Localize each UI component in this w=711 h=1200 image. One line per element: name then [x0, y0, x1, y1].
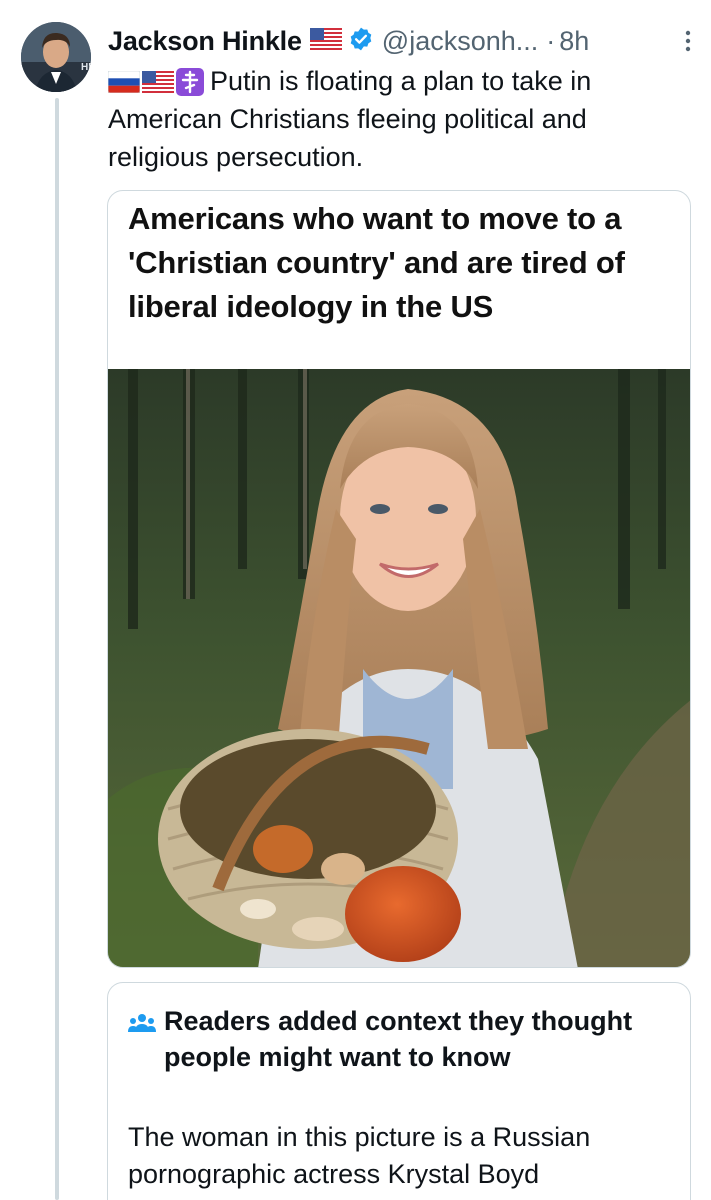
media-card[interactable]: Americans who want to move to a 'Christi… — [107, 190, 691, 968]
readers-group-icon — [128, 1009, 156, 1045]
post-header: Jackson Hinkle @jacksonh... · 8h — [108, 20, 698, 62]
us-flag-icon — [309, 27, 342, 55]
us-flag-icon — [142, 71, 174, 93]
post-text-block: Putin is floating a plan to take in Amer… — [108, 62, 693, 176]
avatar-image: HB — [21, 22, 91, 92]
author-handle[interactable]: @jacksonh... — [382, 26, 538, 57]
text-prefix-emojis — [108, 68, 204, 96]
community-note-header: Readers added context they thought peopl… — [128, 1003, 668, 1075]
community-note-title: Readers added context they thought peopl… — [164, 1006, 633, 1072]
separator-dot: · — [546, 25, 556, 56]
orthodox-cross-icon — [176, 68, 204, 96]
avatar[interactable]: HB — [21, 22, 91, 92]
media-photo[interactable] — [108, 369, 691, 968]
community-note[interactable]: Readers added context they thought peopl… — [107, 982, 691, 1200]
thread-line — [55, 98, 59, 1200]
svg-text:HB: HB — [81, 62, 91, 73]
media-headline: Americans who want to move to a 'Christi… — [128, 201, 625, 324]
post-timestamp[interactable]: 8h — [559, 26, 589, 57]
russia-flag-icon — [108, 71, 140, 93]
more-options-icon[interactable] — [678, 28, 698, 54]
author-name[interactable]: Jackson Hinkle — [108, 26, 302, 57]
verified-badge-icon[interactable] — [348, 26, 374, 57]
community-note-body: The woman in this picture is a Russian p… — [128, 1122, 591, 1189]
